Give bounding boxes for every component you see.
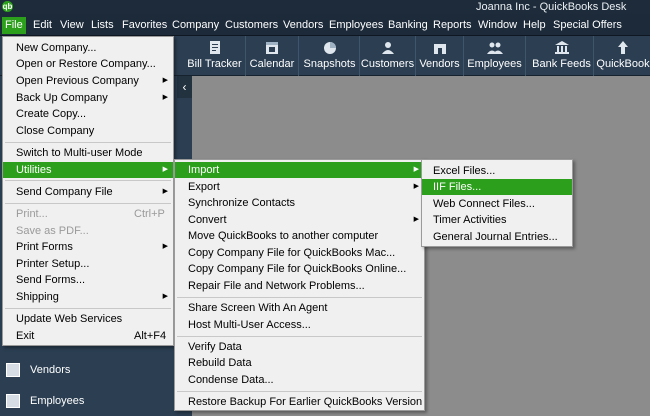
menu-item-web-connect-files[interactable]: Web Connect Files... xyxy=(422,196,572,212)
submenu-arrow-icon: ▶ xyxy=(162,94,168,101)
menu-customers[interactable]: Customers xyxy=(222,17,281,34)
menu-item-copy-for-online[interactable]: Copy Company File for QuickBooks Online.… xyxy=(175,261,424,277)
iconbar-snapshots[interactable]: Snapshots xyxy=(300,36,360,76)
menu-item-print[interactable]: Print... Ctrl+P xyxy=(3,206,173,222)
submenu-arrow-icon: ▶ xyxy=(162,166,168,173)
menu-item-synchronize-contacts[interactable]: Synchronize Contacts xyxy=(175,195,424,211)
submenu-arrow-icon: ▶ xyxy=(162,293,168,300)
menu-reports[interactable]: Reports xyxy=(430,17,475,34)
menu-separator xyxy=(177,297,422,298)
vendors-icon xyxy=(433,44,446,54)
submenu-arrow-icon: ▶ xyxy=(413,183,419,190)
menu-favorites[interactable]: Favorites xyxy=(119,17,170,34)
menu-item-update-web-services[interactable]: Update Web Services xyxy=(3,311,173,327)
iconbar-bill-tracker[interactable]: Bill Tracker xyxy=(184,36,246,76)
collapse-left-panel-button[interactable]: ‹ xyxy=(177,76,192,98)
vendors-icon xyxy=(6,363,20,377)
iconbar-bank-feeds[interactable]: Bank Feeds xyxy=(530,36,594,76)
menu-item-restore-backup[interactable]: Restore Backup For Earlier QuickBooks Ve… xyxy=(175,394,424,410)
arrow-up-icon xyxy=(618,41,628,54)
bill-tracker-icon xyxy=(209,41,220,54)
menu-separator xyxy=(177,336,422,337)
menu-item-create-copy[interactable]: Create Copy... xyxy=(3,106,173,122)
submenu-arrow-icon: ▶ xyxy=(413,166,419,173)
menu-item-utilities[interactable]: Utilities ▶ xyxy=(3,162,173,178)
menu-item-verify-data[interactable]: Verify Data xyxy=(175,339,424,355)
menu-item-excel-files[interactable]: Excel Files... xyxy=(422,163,572,179)
file-menu: New Company... Open or Restore Company..… xyxy=(2,36,174,346)
iconbar-vendors[interactable]: Vendors xyxy=(416,36,464,76)
menu-item-switch-multi-user[interactable]: Switch to Multi-user Mode xyxy=(3,145,173,161)
menu-item-copy-for-mac[interactable]: Copy Company File for QuickBooks Mac... xyxy=(175,245,424,261)
submenu-arrow-icon: ▶ xyxy=(162,188,168,195)
menu-item-host-multi-user[interactable]: Host Multi-User Access... xyxy=(175,317,424,333)
menu-item-condense-data[interactable]: Condense Data... xyxy=(175,372,424,388)
import-submenu: Excel Files... IIF Files... Web Connect … xyxy=(421,159,573,247)
menu-separator xyxy=(177,391,422,392)
menu-item-print-forms[interactable]: Print Forms ▶ xyxy=(3,239,173,255)
menu-item-exit[interactable]: Exit Alt+F4 xyxy=(3,328,173,344)
iconbar-customers[interactable]: Customers xyxy=(360,36,416,76)
menu-item-open-restore-company[interactable]: Open or Restore Company... xyxy=(3,56,173,72)
menu-view[interactable]: View xyxy=(57,17,87,34)
shortcut-label: Alt+F4 xyxy=(134,330,167,342)
menu-item-back-up-company[interactable]: Back Up Company ▶ xyxy=(3,90,173,106)
menu-item-new-company[interactable]: New Company... xyxy=(3,40,173,56)
pie-chart-icon xyxy=(323,42,336,54)
menu-help[interactable]: Help xyxy=(520,17,549,34)
submenu-arrow-icon: ▶ xyxy=(162,243,168,250)
menu-item-shipping[interactable]: Shipping ▶ xyxy=(3,289,173,305)
menu-special-offers[interactable]: Special Offers xyxy=(550,17,625,34)
menu-banking[interactable]: Banking xyxy=(385,17,431,34)
window-title: Joanna Inc - QuickBooks Desk xyxy=(476,1,627,13)
shortcut-label: Ctrl+P xyxy=(134,208,165,220)
title-bar: qb Joanna Inc - QuickBooks Desk xyxy=(0,0,650,14)
menu-item-convert[interactable]: Convert ▶ xyxy=(175,212,424,228)
iconbar-quickbooks[interactable]: QuickBook xyxy=(596,36,650,76)
quickbooks-logo-icon: qb xyxy=(2,1,13,12)
menu-item-iif-files[interactable]: IIF Files... xyxy=(422,179,572,195)
menu-bar: File Edit View Lists Favorites Company C… xyxy=(0,14,650,36)
calendar-icon xyxy=(266,42,278,54)
leftbar-item-employees[interactable]: Employees xyxy=(6,394,84,408)
menu-item-printer-setup[interactable]: Printer Setup... xyxy=(3,256,173,272)
menu-item-move-quickbooks[interactable]: Move QuickBooks to another computer xyxy=(175,228,424,244)
menu-item-save-as-pdf[interactable]: Save as PDF... xyxy=(3,223,173,239)
menu-item-close-company[interactable]: Close Company xyxy=(3,123,173,139)
menu-file[interactable]: File xyxy=(2,17,26,34)
menu-separator xyxy=(5,180,171,181)
menu-item-export[interactable]: Export ▶ xyxy=(175,179,424,195)
submenu-arrow-icon: ▶ xyxy=(413,216,419,223)
utilities-submenu: Import ▶ Export ▶ Synchronize Contacts Con… xyxy=(174,159,425,411)
menu-separator xyxy=(5,142,171,143)
menu-employees[interactable]: Employees xyxy=(326,17,386,34)
menu-item-rebuild-data[interactable]: Rebuild Data xyxy=(175,355,424,371)
employees-icon xyxy=(6,394,20,408)
menu-item-general-journal-entries[interactable]: General Journal Entries... xyxy=(422,229,572,245)
menu-item-send-forms[interactable]: Send Forms... xyxy=(3,272,173,288)
menu-lists[interactable]: Lists xyxy=(88,17,117,34)
leftbar-item-vendors[interactable]: Vendors xyxy=(6,363,70,377)
menu-separator xyxy=(5,308,171,309)
submenu-arrow-icon: ▶ xyxy=(162,77,168,84)
menu-vendors[interactable]: Vendors xyxy=(280,17,326,34)
menu-edit[interactable]: Edit xyxy=(30,17,55,34)
employees-icon xyxy=(486,42,503,54)
menu-company[interactable]: Company xyxy=(169,17,222,34)
iconbar-employees[interactable]: Employees xyxy=(464,36,526,76)
menu-item-timer-activities[interactable]: Timer Activities xyxy=(422,212,572,228)
menu-item-send-company-file[interactable]: Send Company File ▶ xyxy=(3,184,173,200)
customers-icon xyxy=(381,42,394,54)
menu-item-repair-file[interactable]: Repair File and Network Problems... xyxy=(175,278,424,294)
menu-separator xyxy=(5,203,171,204)
iconbar-calendar[interactable]: Calendar xyxy=(246,36,299,76)
menu-item-import[interactable]: Import ▶ xyxy=(175,162,424,178)
menu-item-share-screen[interactable]: Share Screen With An Agent xyxy=(175,300,424,316)
menu-item-open-previous-company[interactable]: Open Previous Company ▶ xyxy=(3,73,173,89)
bank-icon xyxy=(554,41,569,54)
menu-window[interactable]: Window xyxy=(475,17,520,34)
